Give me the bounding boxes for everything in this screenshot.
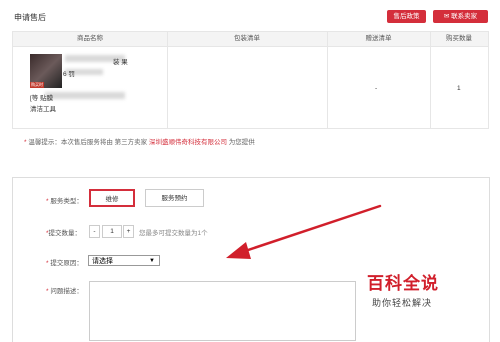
watermark-subtitle: 助你轻松解决	[372, 298, 433, 308]
watermark-title: 百科全说	[367, 274, 439, 293]
